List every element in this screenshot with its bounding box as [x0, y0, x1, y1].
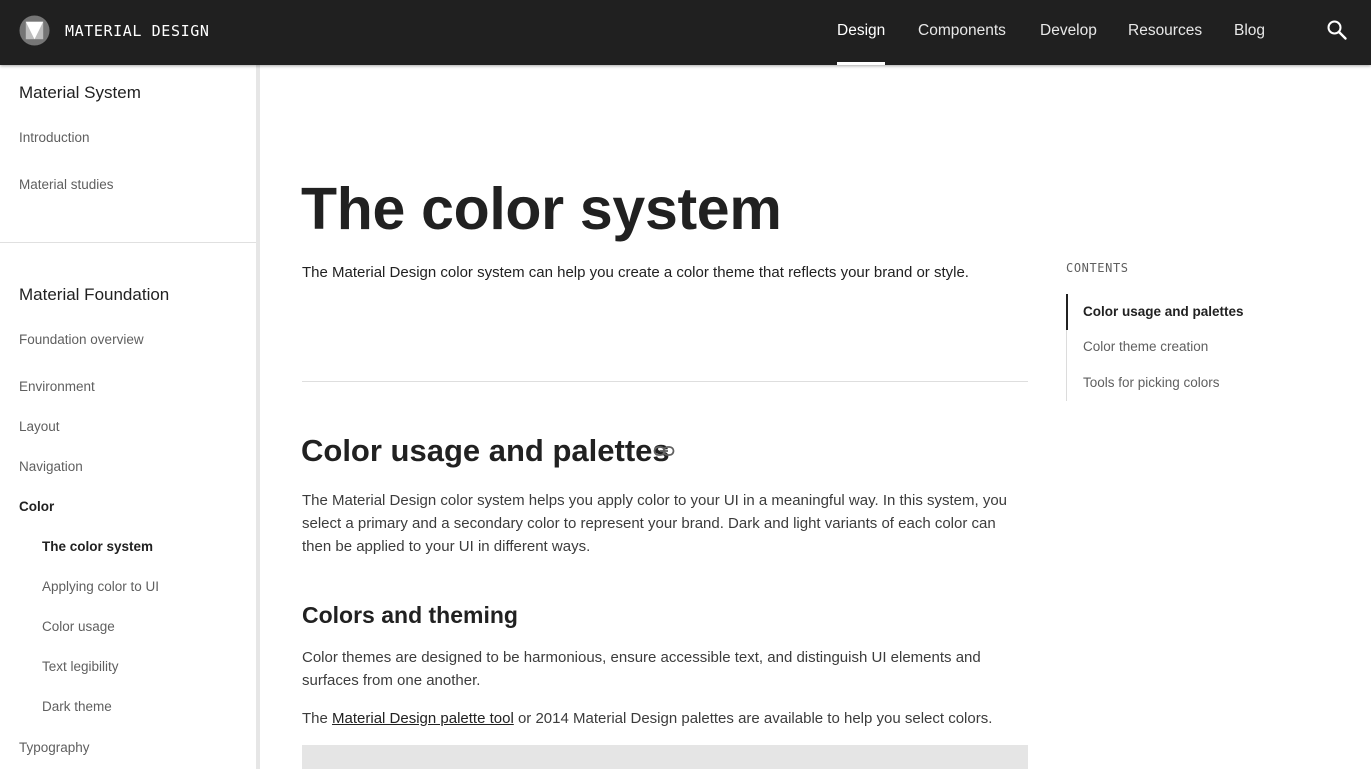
brand-name[interactable]: MATERIAL DESIGN: [65, 22, 209, 40]
palette-sentence-end: or 2014 Material Design palettes are ava…: [513, 710, 993, 727]
toc-item-color-usage-and-palettes[interactable]: Color usage and palettes: [1083, 304, 1244, 319]
content-divider: [302, 381, 1028, 382]
material-logo-icon[interactable]: [19, 15, 50, 46]
top-app-bar: MATERIAL DESIGN Design Components Develo…: [0, 0, 1371, 65]
nav-blog[interactable]: Blog: [1234, 0, 1265, 65]
figure-image-placeholder: [302, 745, 1028, 769]
toc-item-tools-for-picking-colors[interactable]: Tools for picking colors: [1083, 375, 1220, 390]
sidebar-item-applying-color-to-ui[interactable]: Applying color to UI: [42, 579, 159, 594]
sidebar-item-typography[interactable]: Typography: [19, 740, 90, 755]
sidebar-item-environment[interactable]: Environment: [19, 379, 95, 394]
nav-resources[interactable]: Resources: [1128, 0, 1202, 65]
palette-sentence: The Material Design palette tool or 2014…: [302, 707, 1028, 730]
toc-label: CONTENTS: [1066, 261, 1129, 275]
sidebar-item-introduction[interactable]: Introduction: [19, 130, 90, 145]
sidebar-item-color-usage[interactable]: Color usage: [42, 619, 115, 634]
nav-develop[interactable]: Develop: [1040, 0, 1097, 65]
sidebar-item-material-studies[interactable]: Material studies: [19, 177, 114, 192]
nav-design[interactable]: Design: [837, 0, 886, 65]
sidebar-nav: [0, 65, 256, 769]
page-title: The color system: [301, 176, 782, 242]
sidebar-scroll-divider: [256, 65, 260, 769]
sidebar-item-navigation[interactable]: Navigation: [19, 459, 83, 474]
sidebar-item-color[interactable]: Color: [19, 499, 54, 514]
palette-sentence-start: The: [302, 710, 333, 727]
nav-components[interactable]: Components: [918, 0, 1006, 65]
section-heading-colors-theming: Colors and theming: [302, 602, 518, 628]
palette-tool-link[interactable]: Material Design palette tool: [332, 710, 514, 727]
section-paragraph-colors-theming: Color themes are designed to be harmonio…: [302, 649, 981, 689]
search-icon[interactable]: [1325, 18, 1349, 42]
toc-item-color-theme-creation[interactable]: Color theme creation: [1083, 339, 1208, 354]
section-heading-color-usage: Color usage and palettes: [301, 433, 670, 468]
section-paragraph-color-usage: The Material Design color system helps y…: [302, 492, 1008, 555]
page-lead: The Material Design color system can hel…: [302, 264, 969, 281]
sidebar-divider: [0, 242, 256, 243]
sidebar-item-text-legibility[interactable]: Text legibility: [42, 659, 119, 674]
sidebar-item-layout[interactable]: Layout: [19, 419, 60, 434]
sidebar-item-the-color-system[interactable]: The color system: [42, 539, 153, 554]
link-icon[interactable]: [653, 443, 675, 459]
sidebar-item-foundation-overview[interactable]: Foundation overview: [19, 332, 144, 347]
sidebar-heading-material-system: Material System: [19, 83, 141, 102]
sidebar-heading-material-foundation: Material Foundation: [19, 285, 170, 304]
toc-active-indicator: [1066, 294, 1068, 330]
sidebar-item-dark-theme[interactable]: Dark theme: [42, 699, 112, 714]
